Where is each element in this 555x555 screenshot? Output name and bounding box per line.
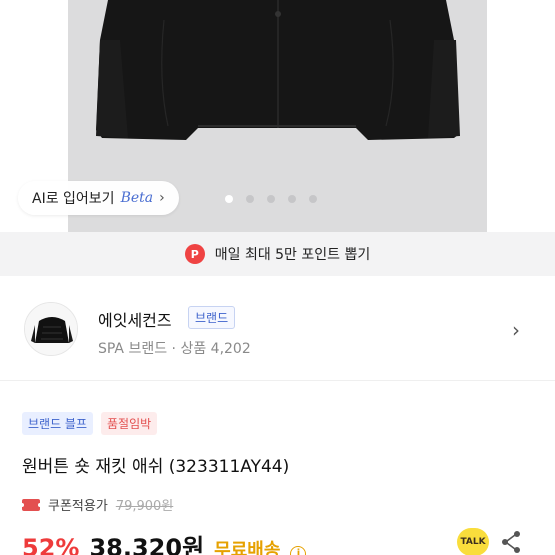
carousel-dot[interactable] (267, 195, 275, 203)
padded-jacket-thumbnail (25, 303, 77, 355)
product-tags: 브랜드 블프 품절임박 (22, 412, 158, 435)
brand-name[interactable]: 에잇세컨즈 (98, 307, 172, 331)
carousel-indicator[interactable] (225, 195, 317, 203)
product-detail-page: AI로 입어보기 Beta › P 매일 최대 5만 포인트 뽑기 에잇세컨즈 … (0, 0, 555, 555)
product-title: 원버튼 숏 재킷 애쉬 (323311AY44) (22, 457, 290, 477)
points-draw-banner[interactable]: P 매일 최대 5만 포인트 뽑기 (0, 232, 555, 276)
tag-brand-black-friday: 브랜드 블프 (22, 412, 94, 435)
sale-price: 38,320원 (89, 534, 205, 555)
coupon-label: 쿠폰적용가 (48, 499, 108, 514)
product-image-carousel[interactable]: AI로 입어보기 Beta › (0, 0, 555, 232)
brand-row[interactable]: 에잇세컨즈 브랜드 SPA 브랜드 · 상품 4,202 › (0, 288, 555, 372)
original-price: 79,900원 (115, 499, 174, 514)
kakao-talk-button[interactable]: TALK (457, 528, 489, 555)
carousel-dot[interactable] (309, 195, 317, 203)
point-icon: P (184, 244, 205, 264)
carousel-dot[interactable] (246, 195, 254, 203)
discount-rate: 52% (22, 534, 80, 555)
chevron-right-icon[interactable]: › (512, 318, 520, 342)
chevron-right-icon: › (159, 190, 165, 206)
carousel-dot[interactable] (225, 195, 233, 203)
tag-almost-sold-out: 품절임박 (101, 412, 158, 435)
points-banner-text: 매일 최대 5만 포인트 뽑기 (214, 247, 371, 263)
coupon-price-row: 쿠폰적용가 79,900원 (20, 495, 174, 514)
brand-badge: 브랜드 (188, 306, 236, 329)
price-row: 52% 38,320원 무료배송 i (22, 528, 307, 555)
free-shipping-label: 무료배송 (214, 540, 281, 555)
beta-label: Beta (120, 190, 154, 206)
brand-avatar (24, 302, 78, 356)
ai-try-on-button[interactable]: AI로 입어보기 Beta › (18, 181, 179, 215)
share-icon[interactable] (500, 530, 522, 554)
info-icon[interactable]: i (290, 546, 307, 555)
coupon-icon (20, 498, 42, 511)
ai-try-on-label: AI로 입어보기 (32, 191, 115, 207)
brand-subtitle: SPA 브랜드 · 상품 4,202 (98, 341, 251, 357)
carousel-dot[interactable] (288, 195, 296, 203)
section-divider (0, 380, 555, 381)
